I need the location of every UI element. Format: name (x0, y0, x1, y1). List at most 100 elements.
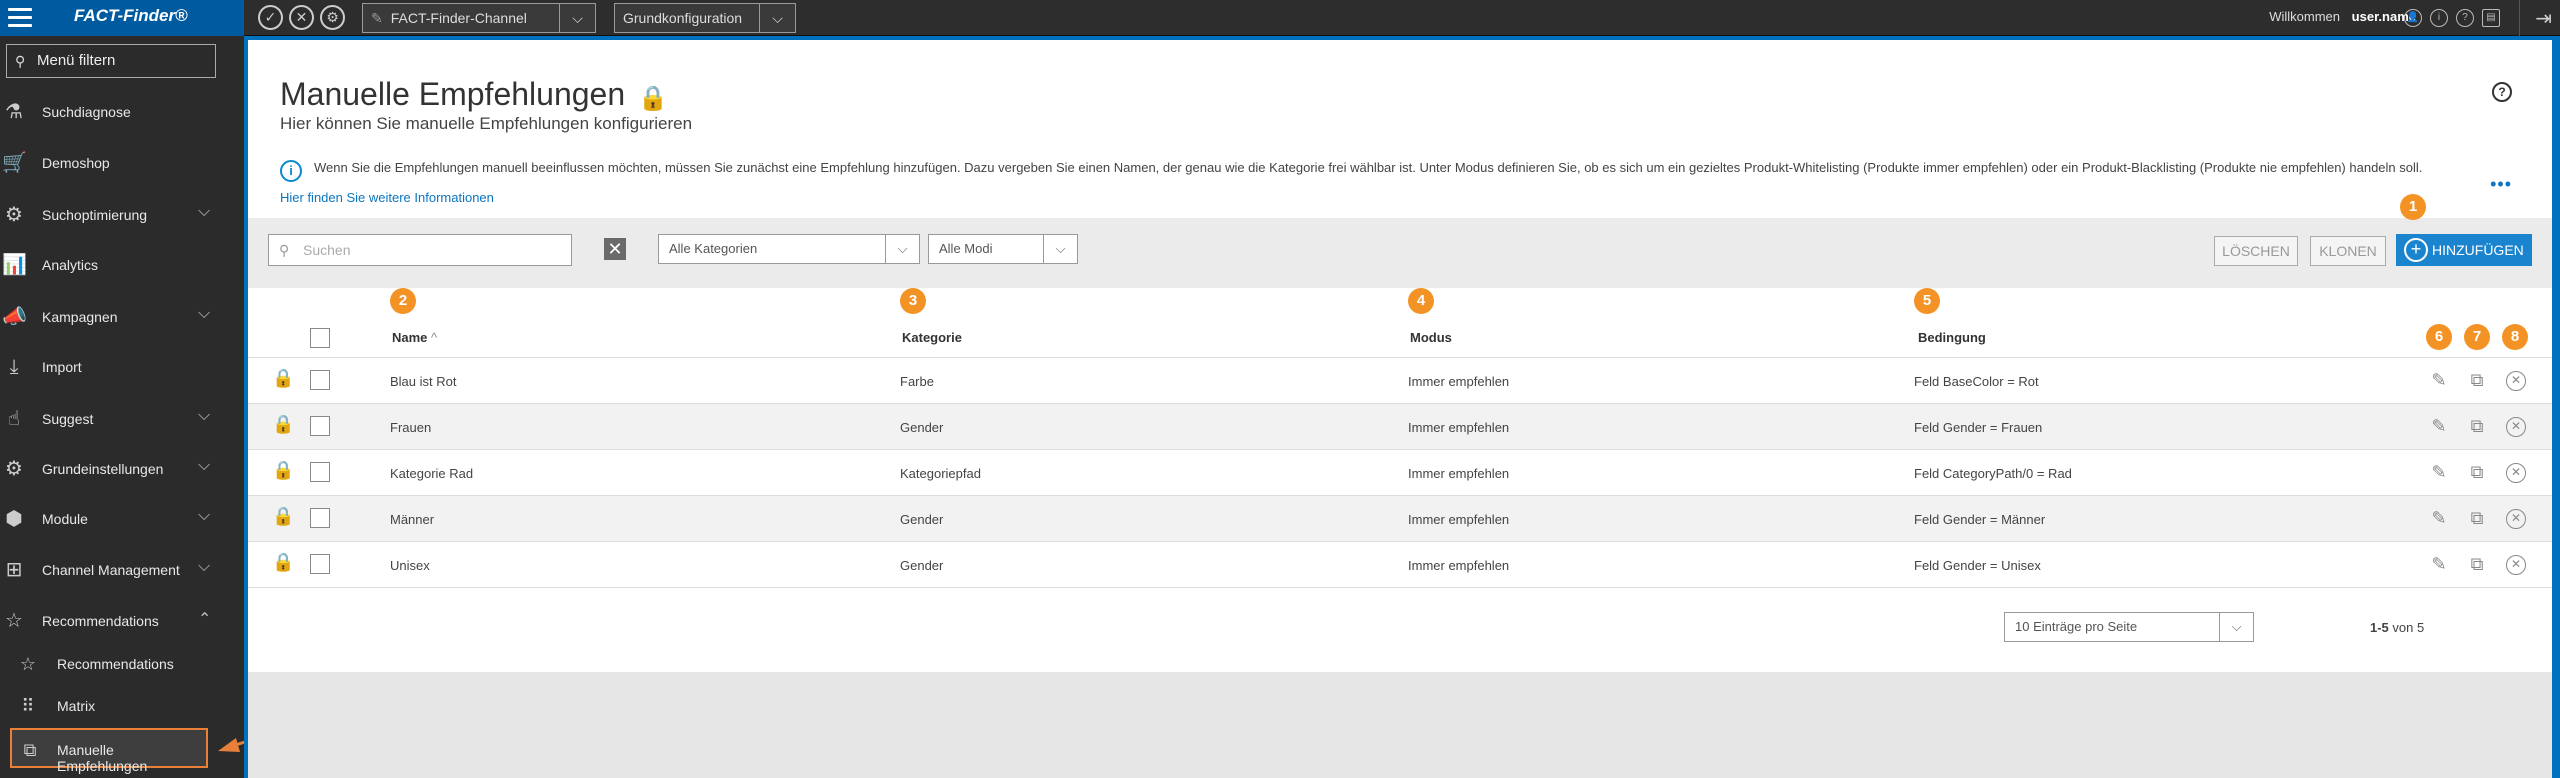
sidebar-item-kampagnen[interactable]: 📣 Kampagnen ⌵ (0, 293, 244, 343)
sidebar-subitem-recommendations[interactable]: ☆ Recommendations (0, 644, 244, 684)
edit-icon[interactable]: ✎ (2428, 462, 2450, 483)
menu-filter-placeholder: Menü filtern (37, 52, 116, 69)
gear-circle-icon[interactable]: ⚙ (320, 5, 345, 30)
sidebar-subitem-matrix[interactable]: ⠿ Matrix (0, 686, 244, 726)
search-input[interactable]: ⚲ Suchen (268, 234, 572, 266)
table-row[interactable]: 🔒 Blau ist Rot Farbe Immer empfehlen Fel… (248, 358, 2552, 404)
row-checkbox[interactable] (310, 508, 330, 528)
edit-icon[interactable]: ✎ (2428, 508, 2450, 529)
chevron-down-icon: ⌵ (198, 558, 211, 575)
add-button[interactable]: + HINZUFÜGEN (2396, 234, 2532, 266)
chart-icon: 📊 (2, 254, 27, 276)
save-icon[interactable]: ▤ (2482, 9, 2500, 27)
column-header-name[interactable]: Name ^ (392, 330, 437, 345)
annotation-badge: 5 (1914, 288, 1940, 314)
cell-bedingung: Feld Gender = Männer (1914, 512, 2046, 527)
sidebar-subitem-manuelle-empfehlungen[interactable]: ⧉ Manuelle Empfehlungen (10, 728, 208, 774)
sidebar-item-label: Import (42, 359, 82, 375)
sidebar-item-label: Matrix (57, 698, 96, 714)
help-icon[interactable]: ? (2456, 9, 2474, 27)
column-header-kategorie[interactable]: Kategorie (902, 330, 962, 345)
sidebar-item-suggest[interactable]: ☝ Suggest ⌵ (0, 395, 244, 445)
chevron-down-icon: ⌵ (198, 457, 211, 474)
welcome-text: Willkommen (2269, 9, 2340, 24)
sidebar-item-label: Recommendations (42, 613, 159, 629)
lock-icon[interactable]: 🔒 (272, 414, 294, 435)
channel-select-value: FACT-Finder-Channel (390, 10, 527, 26)
select-all-checkbox[interactable] (310, 328, 330, 348)
sidebar-item-suchoptimierung[interactable]: ⚙ Suchoptimierung ⌵ (0, 191, 244, 241)
category-filter-select[interactable]: Alle Kategorien ⌵ (658, 234, 920, 264)
add-button-label: HINZUFÜGEN (2432, 242, 2524, 258)
edit-icon[interactable]: ✎ (2428, 370, 2450, 391)
table-row[interactable]: 🔒 Männer Gender Immer empfehlen Feld Gen… (248, 496, 2552, 542)
hand-icon: ☝ (7, 408, 21, 430)
row-checkbox[interactable] (310, 370, 330, 390)
search-placeholder: Suchen (303, 242, 351, 258)
search-icon: ⚲ (15, 53, 26, 69)
config-select[interactable]: Grundkonfiguration ⌵ (614, 3, 796, 33)
cancel-circle-icon[interactable]: ✕ (289, 5, 314, 30)
lock-icon[interactable]: 🔒 (272, 368, 294, 389)
category-filter-value: Alle Kategorien (669, 241, 758, 256)
cell-bedingung: Feld BaseColor = Rot (1914, 374, 2039, 389)
sidebar-item-channel-management[interactable]: ⊞ Channel Management ⌵ (0, 546, 244, 596)
sidebar-item-label: Suchoptimierung (42, 207, 148, 223)
clone-icon[interactable]: ⧉ (2466, 508, 2488, 529)
mode-filter-value: Alle Modi (939, 241, 993, 256)
sidebar-item-import[interactable]: ⤓ Import (0, 343, 244, 393)
sidebar-item-grundeinstellungen[interactable]: ⚙ Grundeinstellungen ⌵ (0, 445, 244, 495)
delete-icon[interactable]: ✕ (2506, 555, 2526, 575)
check-icon[interactable]: ✓ (258, 5, 283, 30)
sidebar-item-suchdiagnose[interactable]: ⚗ Suchdiagnose (0, 88, 244, 138)
help-icon[interactable]: ? (2492, 82, 2512, 102)
row-checkbox[interactable] (310, 554, 330, 574)
sidebar-item-demoshop[interactable]: 🛒 Demoshop (0, 139, 244, 189)
info-link[interactable]: Hier finden Sie weitere Informationen (280, 190, 494, 205)
sidebar-item-module[interactable]: ⬢ Module ⌵ (0, 495, 244, 545)
chevron-down-icon: ⌵ (198, 407, 211, 424)
clone-icon[interactable]: ⧉ (2466, 462, 2488, 483)
chevron-down-icon: ⌵ (198, 305, 211, 322)
column-header-modus[interactable]: Modus (1410, 330, 1452, 345)
page-subtitle: Hier können Sie manuelle Empfehlungen ko… (280, 114, 693, 133)
clone-icon[interactable]: ⧉ (2466, 554, 2488, 575)
sidebar-item-label: Channel Management (42, 562, 180, 578)
table-row[interactable]: 🔒 Unisex Gender Immer empfehlen Feld Gen… (248, 542, 2552, 588)
lock-icon[interactable]: 🔒 (272, 552, 294, 573)
delete-icon[interactable]: ✕ (2506, 509, 2526, 529)
info-icon: i (280, 160, 302, 182)
table-row[interactable]: 🔒 Kategorie Rad Kategoriepfad Immer empf… (248, 450, 2552, 496)
logout-icon[interactable]: ⇥ (2535, 6, 2552, 31)
clone-icon[interactable]: ⧉ (2466, 416, 2488, 437)
clear-filter-icon[interactable]: ✕ (604, 238, 626, 260)
clone-icon[interactable]: ⧉ (2466, 370, 2488, 391)
user-icon[interactable]: 👤 (2404, 9, 2422, 27)
row-checkbox[interactable] (310, 462, 330, 482)
menu-filter-input[interactable]: ⚲ Menü filtern (6, 44, 216, 78)
delete-icon[interactable]: ✕ (2506, 463, 2526, 483)
delete-icon[interactable]: ✕ (2506, 371, 2526, 391)
sidebar-item-analytics[interactable]: 📊 Analytics (0, 241, 244, 291)
hamburger-menu-icon[interactable] (8, 8, 32, 28)
sidebar-item-recommendations[interactable]: ☆ Recommendations ⌃ (0, 597, 244, 647)
table-row[interactable]: 🔒 Frauen Gender Immer empfehlen Feld Gen… (248, 404, 2552, 450)
megaphone-icon: 📣 (2, 306, 27, 328)
edit-icon[interactable]: ✎ (2428, 416, 2450, 437)
manual-icon: ⧉ (23, 740, 37, 760)
info-icon[interactable]: i (2430, 9, 2448, 27)
row-checkbox[interactable] (310, 416, 330, 436)
delete-icon[interactable]: ✕ (2506, 417, 2526, 437)
cell-bedingung: Feld CategoryPath/0 = Rad (1914, 466, 2072, 481)
clone-button[interactable]: KLONEN (2310, 236, 2386, 266)
more-icon[interactable]: ••• (2490, 174, 2512, 195)
delete-button[interactable]: LÖSCHEN (2214, 236, 2298, 266)
lock-icon[interactable]: 🔒 (272, 460, 294, 481)
edit-icon[interactable]: ✎ (2428, 554, 2450, 575)
per-page-select[interactable]: 10 Einträge pro Seite ⌵ (2004, 612, 2254, 642)
channel-select[interactable]: ✎ FACT-Finder-Channel ⌵ (362, 3, 596, 33)
mode-filter-select[interactable]: Alle Modi ⌵ (928, 234, 1078, 264)
lock-icon[interactable]: 🔒 (638, 84, 668, 113)
column-header-bedingung[interactable]: Bedingung (1918, 330, 1986, 345)
lock-icon[interactable]: 🔒 (272, 506, 294, 527)
